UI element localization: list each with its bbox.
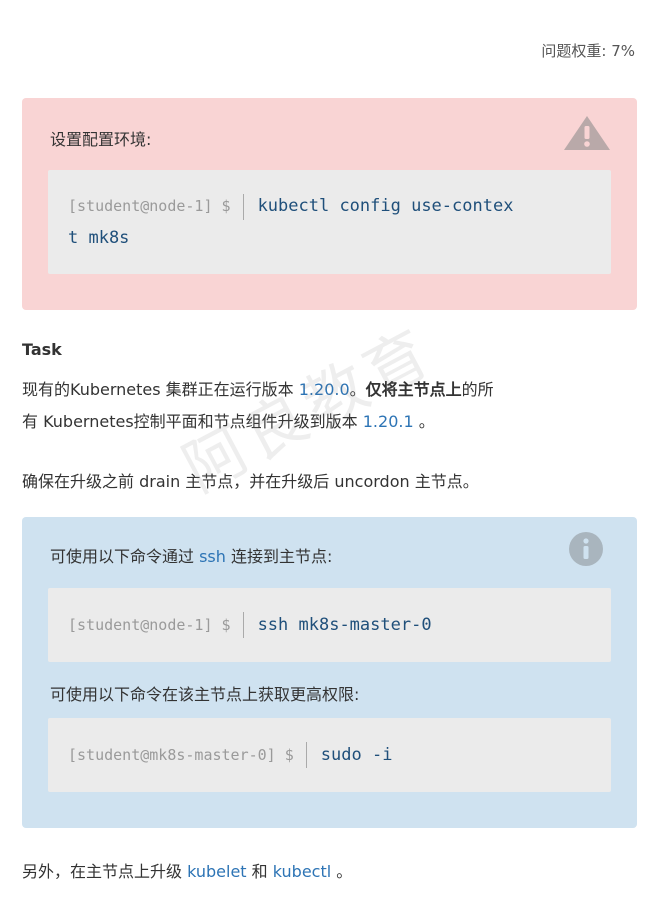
ssh-code-block: [student@node-1] $ ssh mk8s-master-0 (48, 588, 611, 662)
task-paragraph-1: 现有的Kubernetes 集群正在运行版本 1.20.0。仅将主节点上的所 有… (22, 374, 642, 438)
setup-code-block: [student@node-1] $ kubectl config use-con… (48, 170, 611, 274)
setup-title: 设置配置环境: (50, 130, 152, 149)
info-title: 可使用以下命令通过 ssh 连接到主节点: (50, 543, 332, 567)
code-prompt: [student@node-1] $ (68, 616, 231, 634)
code-separator (305, 742, 307, 768)
task-emphasis: 仅将主节点上 (365, 380, 462, 399)
version-current: 1.20.0 (298, 380, 350, 399)
footer-text: 。 (331, 862, 353, 881)
warning-icon (564, 116, 610, 150)
footer-note: 另外，在主节点上升级 kubelet 和 kubectl 。 (22, 858, 352, 882)
info-text: 连接到主节点: (225, 547, 333, 566)
info-icon (569, 532, 603, 566)
task-text: 的所 (461, 380, 494, 399)
code-command: ssh mk8s-master-0 (257, 615, 432, 635)
code-prompt: [student@mk8s-master-0] $ (68, 746, 294, 764)
task-text: 。 (349, 380, 366, 399)
ssh-link[interactable]: ssh (199, 547, 226, 566)
footer-text: 另外，在主节点上升级 (22, 862, 188, 881)
task-text: 。 (413, 412, 435, 431)
code-separator (242, 612, 244, 638)
kubectl-link[interactable]: kubectl (273, 862, 331, 881)
setup-alert-box: 设置配置环境: [student@node-1] $ kubectl config… (22, 98, 637, 310)
task-text: 有 Kubernetes控制平面和节点组件升级到版本 (22, 412, 363, 431)
code-command-continued: t mk8s (68, 228, 130, 248)
sudo-code-block: [student@mk8s-master-0] $ sudo -i (48, 718, 611, 792)
task-text: 现有的Kubernetes 集群正在运行版本 (22, 380, 299, 399)
code-separator (242, 193, 244, 220)
info-subtitle: 可使用以下命令在该主节点上获取更高权限: (50, 685, 360, 704)
info-text: 可使用以下命令通过 (50, 547, 200, 566)
task-paragraph-2: 确保在升级之前 drain 主节点，并在升级后 uncordon 主节点。 (22, 472, 479, 491)
task-heading: Task (22, 340, 62, 359)
code-prompt: [student@node-1] $ (68, 197, 231, 215)
info-box: 可使用以下命令通过 ssh 连接到主节点: [student@node-1] $… (22, 517, 637, 828)
code-command: sudo -i (320, 745, 393, 765)
footer-text: 和 (246, 862, 273, 881)
question-weight: 问题权重: 7% (541, 42, 635, 60)
kubelet-link[interactable]: kubelet (187, 862, 246, 881)
code-command: kubectl config use-contex (257, 196, 514, 216)
version-target: 1.20.1 (362, 412, 414, 431)
